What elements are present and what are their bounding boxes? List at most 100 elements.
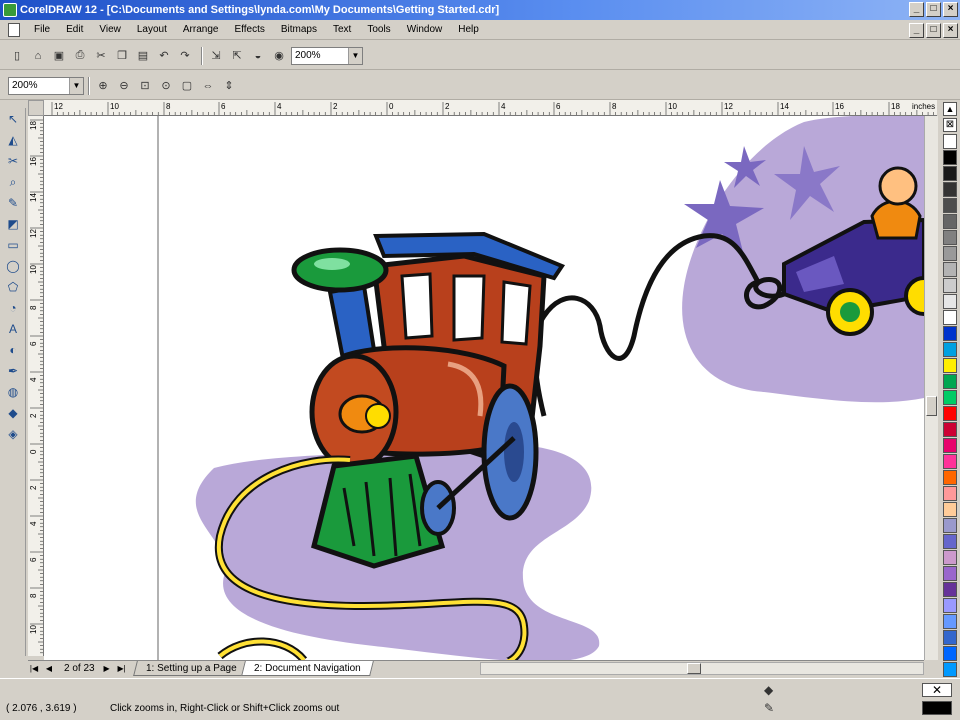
smart-fill-tool-icon[interactable]: ◩: [2, 214, 24, 234]
freehand-tool-icon[interactable]: ✎: [2, 193, 24, 213]
color-swatch[interactable]: [943, 566, 957, 581]
last-page-icon[interactable]: ▶|: [116, 663, 128, 675]
zoom-to-page-icon[interactable]: ▢: [178, 77, 196, 95]
color-swatch[interactable]: [943, 550, 957, 565]
color-swatch[interactable]: [943, 646, 957, 661]
cut-icon[interactable]: ✂: [92, 47, 110, 65]
clipart-illustration[interactable]: [44, 116, 924, 660]
interactive-blend-tool-icon[interactable]: ◐: [2, 340, 24, 360]
application-launcher-icon[interactable]: ◒: [249, 47, 267, 65]
color-swatch[interactable]: [943, 534, 957, 549]
outline-pen-icon[interactable]: ✎: [764, 701, 778, 715]
eyedropper-tool-icon[interactable]: ✒: [2, 361, 24, 381]
fill-bucket-icon[interactable]: ◆: [764, 683, 778, 697]
color-swatch[interactable]: [943, 166, 957, 181]
doc-close-button[interactable]: ×: [943, 23, 958, 38]
interactive-fill-tool-icon[interactable]: ◈: [2, 424, 24, 444]
horizontal-scroll-thumb[interactable]: [687, 663, 701, 674]
open-icon[interactable]: ⌂: [29, 47, 47, 65]
copy-icon[interactable]: ❐: [113, 47, 131, 65]
color-swatch[interactable]: [943, 518, 957, 533]
doc-minimize-button[interactable]: _: [909, 23, 924, 38]
print-icon[interactable]: ⎙: [71, 47, 89, 65]
zoom-combo[interactable]: 200% ▼: [8, 76, 84, 95]
export-icon[interactable]: ⇱: [228, 47, 246, 65]
menu-effects[interactable]: Effects: [226, 24, 272, 35]
zoom-page-height-icon[interactable]: ⇕: [220, 77, 238, 95]
color-swatch[interactable]: [943, 614, 957, 629]
color-swatch[interactable]: [943, 358, 957, 373]
page-tab-document-navigation[interactable]: 2: Document Navigation: [241, 661, 374, 676]
pick-tool-icon[interactable]: ↖: [2, 109, 24, 129]
vertical-scroll-thumb[interactable]: [926, 396, 937, 416]
menu-tools[interactable]: Tools: [359, 24, 398, 35]
color-swatch[interactable]: [943, 502, 957, 517]
menu-arrange[interactable]: Arrange: [175, 24, 227, 35]
save-icon[interactable]: ▣: [50, 47, 68, 65]
first-page-icon[interactable]: |◀: [28, 663, 40, 675]
ruler-origin[interactable]: [28, 100, 44, 116]
redo-icon[interactable]: ↷: [176, 47, 194, 65]
color-swatch[interactable]: [943, 150, 957, 165]
menu-edit[interactable]: Edit: [58, 24, 91, 35]
minimize-button[interactable]: _: [909, 2, 924, 17]
coreldraw-app-icon[interactable]: [3, 3, 17, 17]
outline-tool-icon[interactable]: ◍: [2, 382, 24, 402]
color-swatch[interactable]: [943, 262, 957, 277]
menu-window[interactable]: Window: [399, 24, 451, 35]
color-swatch[interactable]: [943, 134, 957, 149]
ellipse-tool-icon[interactable]: ◯: [2, 256, 24, 276]
menu-file[interactable]: File: [26, 24, 58, 35]
horizontal-ruler[interactable]: 12 10 8 6 4 2 0 2 4 6 8 10 12 14 16 18 inches: [44, 100, 937, 116]
fill-none-indicator[interactable]: ✕: [922, 683, 952, 697]
color-swatch[interactable]: [943, 630, 957, 645]
text-tool-icon[interactable]: A: [2, 319, 24, 339]
color-swatch[interactable]: [943, 342, 957, 357]
no-color-swatch[interactable]: ⊠: [943, 118, 957, 132]
rectangle-tool-icon[interactable]: ▭: [2, 235, 24, 255]
zoom-all-objects-icon[interactable]: ⊙: [157, 77, 175, 95]
corel-online-icon[interactable]: ◉: [270, 47, 288, 65]
color-swatch[interactable]: [943, 390, 957, 405]
color-swatch[interactable]: [943, 278, 957, 293]
palette-scroll-up-icon[interactable]: ▲: [943, 102, 957, 116]
new-document-icon[interactable]: ▯: [8, 47, 26, 65]
color-swatch[interactable]: [943, 422, 957, 437]
color-swatch[interactable]: [943, 662, 957, 677]
restore-button[interactable]: □: [926, 2, 941, 17]
chevron-down-icon[interactable]: ▼: [69, 77, 83, 94]
menu-layout[interactable]: Layout: [129, 24, 175, 35]
menu-text[interactable]: Text: [325, 24, 359, 35]
chevron-down-icon[interactable]: ▼: [348, 47, 362, 64]
color-swatch[interactable]: [943, 198, 957, 213]
color-swatch[interactable]: [943, 486, 957, 501]
fill-tool-icon[interactable]: ◆: [2, 403, 24, 423]
paste-icon[interactable]: ▤: [134, 47, 152, 65]
color-swatch[interactable]: [943, 470, 957, 485]
zoom-out-icon[interactable]: ⊖: [115, 77, 133, 95]
color-swatch[interactable]: [943, 438, 957, 453]
document-icon[interactable]: [8, 22, 20, 37]
zoom-in-icon[interactable]: ⊕: [94, 77, 112, 95]
import-icon[interactable]: ⇲: [207, 47, 225, 65]
shape-tool-icon[interactable]: ◭: [2, 130, 24, 150]
basic-shapes-tool-icon[interactable]: ◔: [2, 298, 24, 318]
outline-color-indicator[interactable]: [922, 701, 952, 715]
doc-restore-button[interactable]: □: [926, 23, 941, 38]
prev-page-icon[interactable]: ◀: [43, 663, 55, 675]
zoom-to-selected-icon[interactable]: ⊡: [136, 77, 154, 95]
color-swatch[interactable]: [943, 326, 957, 341]
polygon-tool-icon[interactable]: ⬠: [2, 277, 24, 297]
crop-tool-icon[interactable]: ✂: [2, 151, 24, 171]
vertical-ruler[interactable]: 18 16 14 12 10 8 6 4 2 0 2 4 6 8 10: [28, 116, 44, 656]
color-swatch[interactable]: [943, 214, 957, 229]
color-swatch[interactable]: [943, 406, 957, 421]
zoom-level-combo[interactable]: 200% ▼: [291, 46, 363, 65]
menu-view[interactable]: View: [91, 24, 129, 35]
color-swatch[interactable]: [943, 374, 957, 389]
horizontal-scrollbar[interactable]: [480, 662, 924, 675]
color-swatch[interactable]: [943, 598, 957, 613]
drawing-canvas[interactable]: [44, 116, 924, 660]
next-page-icon[interactable]: ▶: [101, 663, 113, 675]
menu-bitmaps[interactable]: Bitmaps: [273, 24, 325, 35]
